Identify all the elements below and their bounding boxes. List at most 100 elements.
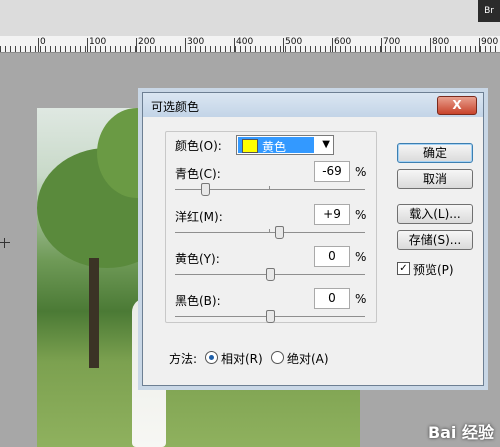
method-relative-radio[interactable] bbox=[205, 351, 218, 364]
ruler-minor-tick bbox=[105, 46, 106, 52]
ruler-minor-tick bbox=[5, 46, 6, 52]
magenta-slider-center bbox=[269, 229, 270, 233]
ruler-minor-tick bbox=[155, 46, 156, 52]
ruler-minor-tick bbox=[140, 46, 141, 52]
ruler-minor-tick bbox=[205, 46, 206, 52]
ruler-minor-tick bbox=[100, 46, 101, 52]
ruler-minor-tick bbox=[370, 46, 371, 52]
baidu-watermark: Bai 经验 bbox=[427, 423, 494, 442]
ruler-minor-tick bbox=[435, 46, 436, 52]
ruler-minor-tick bbox=[470, 46, 471, 52]
ruler-major-tick bbox=[136, 38, 137, 52]
magenta-value-input[interactable]: +9 bbox=[314, 204, 350, 225]
selective-color-dialog: 可选颜色 X 颜色(O): 黄色 ▼ 青色(C): -69 % 洋红(M): +… bbox=[142, 92, 484, 386]
ruler-minor-tick bbox=[235, 46, 236, 52]
ruler-minor-tick bbox=[250, 46, 251, 52]
ruler-minor-tick bbox=[270, 46, 271, 52]
ok-button[interactable]: 确定 bbox=[397, 143, 473, 163]
ruler-minor-tick bbox=[265, 46, 266, 52]
ruler-major-tick bbox=[283, 38, 284, 52]
crosshair-icon bbox=[0, 238, 10, 248]
ruler-minor-tick bbox=[20, 46, 21, 52]
cyan-slider-thumb[interactable] bbox=[201, 183, 210, 196]
ruler-minor-tick bbox=[190, 46, 191, 52]
ruler-minor-tick bbox=[335, 46, 336, 52]
preview-label[interactable]: 预览(P) bbox=[413, 261, 454, 278]
ruler-minor-tick bbox=[385, 46, 386, 52]
magenta-slider-thumb[interactable] bbox=[275, 226, 284, 239]
app-top-bar: Br bbox=[0, 0, 500, 37]
ruler-minor-tick bbox=[315, 46, 316, 52]
ruler-minor-tick bbox=[425, 46, 426, 52]
magenta-unit: % bbox=[355, 208, 367, 222]
ruler-minor-tick bbox=[330, 46, 331, 52]
ruler-minor-tick bbox=[480, 46, 481, 52]
black-slider-thumb[interactable] bbox=[266, 310, 275, 323]
ruler-minor-tick bbox=[445, 46, 446, 52]
ruler-minor-tick bbox=[200, 46, 201, 52]
yellow-label: 黄色(Y): bbox=[175, 252, 220, 266]
ruler-minor-tick bbox=[150, 46, 151, 52]
ruler-minor-tick bbox=[490, 46, 491, 52]
magenta-slider-track[interactable] bbox=[175, 232, 365, 233]
ruler-minor-tick bbox=[230, 46, 231, 52]
ruler-minor-tick bbox=[135, 46, 136, 52]
ruler-minor-tick bbox=[410, 46, 411, 52]
load-button[interactable]: 载入(L)... bbox=[397, 204, 473, 224]
method-relative-label[interactable]: 相对(R) bbox=[221, 350, 263, 367]
ruler-minor-tick bbox=[495, 46, 496, 52]
ruler-minor-tick bbox=[240, 46, 241, 52]
ruler-minor-tick bbox=[275, 46, 276, 52]
ruler-minor-tick bbox=[245, 46, 246, 52]
ruler-minor-tick bbox=[165, 46, 166, 52]
preview-checkbox[interactable]: ✓ bbox=[397, 262, 410, 275]
ruler-minor-tick bbox=[305, 46, 306, 52]
close-button[interactable]: X bbox=[437, 96, 477, 115]
bridge-button[interactable]: Br bbox=[478, 0, 500, 22]
ruler-minor-tick bbox=[50, 46, 51, 52]
cyan-slider-center bbox=[269, 186, 270, 190]
ruler-minor-tick bbox=[180, 46, 181, 52]
ruler-minor-tick bbox=[290, 46, 291, 52]
ruler-minor-tick bbox=[90, 46, 91, 52]
ruler-minor-tick bbox=[130, 46, 131, 52]
ruler-minor-tick bbox=[220, 46, 221, 52]
ruler-minor-tick bbox=[125, 46, 126, 52]
ruler-minor-tick bbox=[80, 46, 81, 52]
method-absolute-label[interactable]: 绝对(A) bbox=[287, 350, 329, 367]
ruler-minor-tick bbox=[255, 46, 256, 52]
ruler-minor-tick bbox=[170, 46, 171, 52]
ruler-minor-tick bbox=[450, 46, 451, 52]
yellow-value-input[interactable]: 0 bbox=[314, 246, 350, 267]
dialog-titlebar[interactable]: 可选颜色 X bbox=[143, 93, 483, 117]
dropdown-arrow-icon[interactable]: ▼ bbox=[322, 139, 330, 150]
ruler-minor-tick bbox=[400, 46, 401, 52]
ruler-minor-tick bbox=[285, 46, 286, 52]
ruler-major-tick bbox=[38, 38, 39, 52]
tree-trunk bbox=[89, 258, 99, 368]
ruler-minor-tick bbox=[30, 46, 31, 52]
ruler-minor-tick bbox=[75, 46, 76, 52]
ruler-major-tick bbox=[332, 38, 333, 52]
black-value-input[interactable]: 0 bbox=[314, 288, 350, 309]
yellow-slider-thumb[interactable] bbox=[266, 268, 275, 281]
ruler-minor-tick bbox=[225, 46, 226, 52]
colors-select[interactable]: 黄色 ▼ bbox=[236, 135, 334, 155]
black-label: 黑色(B): bbox=[175, 294, 221, 308]
cancel-button[interactable]: 取消 bbox=[397, 169, 473, 189]
ruler-minor-tick bbox=[310, 46, 311, 52]
ruler-minor-tick bbox=[465, 46, 466, 52]
ruler-minor-tick bbox=[440, 46, 441, 52]
ruler-minor-tick bbox=[320, 46, 321, 52]
save-button[interactable]: 存储(S)... bbox=[397, 230, 473, 250]
ruler-minor-tick bbox=[215, 46, 216, 52]
cyan-label: 青色(C): bbox=[175, 167, 221, 181]
black-unit: % bbox=[355, 292, 367, 306]
ruler-minor-tick bbox=[55, 46, 56, 52]
ruler-minor-tick bbox=[160, 46, 161, 52]
ruler-minor-tick bbox=[300, 46, 301, 52]
ruler-minor-tick bbox=[145, 46, 146, 52]
method-absolute-radio[interactable] bbox=[271, 351, 284, 364]
ruler-minor-tick bbox=[110, 46, 111, 52]
cyan-value-input[interactable]: -69 bbox=[314, 161, 350, 182]
